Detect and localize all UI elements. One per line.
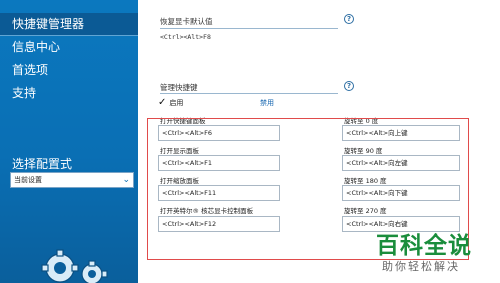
sidebar-item-hotkey-manager[interactable]: 快捷键管理器 bbox=[0, 13, 138, 35]
manage-hotkeys-title: 管理快捷键 bbox=[160, 83, 198, 92]
help-icon[interactable]: ? bbox=[344, 81, 354, 91]
sidebar-item-preferences[interactable]: 首选项 bbox=[0, 59, 138, 81]
sidebar-item-label: 快捷键管理器 bbox=[12, 17, 85, 31]
sidebar-item-label: 支持 bbox=[12, 86, 37, 100]
enable-label: 启用 bbox=[169, 99, 184, 107]
restore-defaults-title: 恢复显卡默认值 bbox=[160, 17, 213, 26]
watermark-subtitle: 助你轻松解决 bbox=[382, 260, 460, 273]
chevron-down-icon: ⌄ bbox=[122, 175, 130, 185]
section-divider bbox=[160, 28, 338, 29]
disable-link[interactable]: 禁用 bbox=[260, 98, 274, 108]
watermark: 百科全说 助你轻松解决 bbox=[360, 220, 500, 283]
enable-radio[interactable]: ✓ 启用 bbox=[158, 97, 183, 108]
config-selected-value: 当前设置 bbox=[14, 176, 42, 184]
restore-shortcut-value: <Ctrl><Alt>F8 bbox=[160, 33, 211, 41]
gears-icon bbox=[41, 249, 108, 283]
config-label: 选择配置式 bbox=[12, 157, 73, 171]
sidebar-item-label: 信息中心 bbox=[12, 40, 61, 54]
config-select[interactable]: 当前设置 ⌄ bbox=[10, 172, 134, 188]
sidebar: 快捷键管理器 信息中心 首选项 支持 选择配置式 当前设置 ⌄ bbox=[0, 0, 138, 283]
sidebar-item-info-center[interactable]: 信息中心 bbox=[0, 36, 138, 58]
sidebar-item-label: 首选项 bbox=[12, 63, 49, 77]
sidebar-item-support[interactable]: 支持 bbox=[0, 82, 138, 104]
checkmark-icon: ✓ bbox=[158, 97, 167, 108]
watermark-title: 百科全说 bbox=[376, 233, 472, 259]
section-divider bbox=[160, 93, 338, 94]
help-icon[interactable]: ? bbox=[344, 14, 354, 24]
